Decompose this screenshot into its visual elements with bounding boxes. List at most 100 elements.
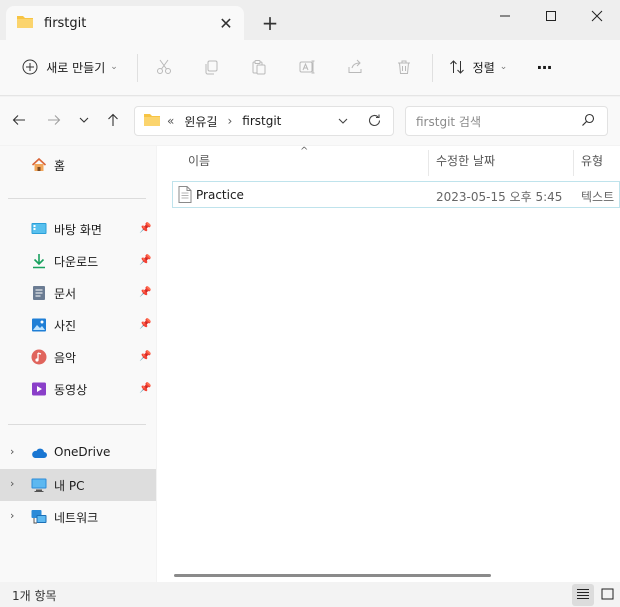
table-row[interactable]: Practice 2023-05-15 오후 5:45 텍스트 xyxy=(172,181,620,208)
details-view-button[interactable] xyxy=(572,584,594,606)
minimize-button[interactable] xyxy=(482,0,528,32)
refresh-icon[interactable] xyxy=(367,113,382,131)
sidebar-item-label: 동영상 xyxy=(54,383,88,397)
breadcrumb-item[interactable]: 윈유길 xyxy=(184,113,217,130)
chevron-down-icon: ⌄ xyxy=(499,62,508,72)
arrow-up-icon xyxy=(106,113,120,130)
sort-button[interactable]: 정렬 ⌄ xyxy=(443,52,513,82)
forward-button[interactable] xyxy=(40,107,68,135)
chevron-down-icon: ⌄ xyxy=(110,62,118,72)
file-type: 텍스트 xyxy=(581,190,615,204)
pin-icon: 📌 xyxy=(139,319,152,330)
more-options-button[interactable]: ··· xyxy=(528,52,560,82)
download-icon xyxy=(31,253,47,269)
maximize-button[interactable] xyxy=(528,0,574,32)
sidebar-item-label: 다운로드 xyxy=(54,255,99,269)
breadcrumb-item[interactable]: firstgit xyxy=(242,114,281,128)
column-header-type[interactable]: 유형 xyxy=(581,152,603,169)
sort-label: 정렬 xyxy=(472,60,495,75)
computer-icon xyxy=(31,477,47,493)
file-name: Practice xyxy=(196,188,244,202)
back-button[interactable] xyxy=(5,107,33,135)
horizontal-scrollbar[interactable] xyxy=(174,574,491,577)
tiles-view-button[interactable] xyxy=(596,584,618,606)
home-icon xyxy=(31,157,47,173)
sidebar-item-label: 문서 xyxy=(54,287,77,301)
sidebar-item-pictures[interactable]: 사진 📌 xyxy=(0,309,156,341)
sidebar-item-label: 바탕 화면 xyxy=(54,223,102,237)
document-icon xyxy=(31,285,47,301)
search-box[interactable]: firstgit 검색 xyxy=(405,106,608,136)
sort-ascending-icon: ^ xyxy=(300,146,309,157)
plus-circle-icon xyxy=(22,59,38,75)
file-modified: 2023-05-15 오후 5:45 xyxy=(436,190,563,204)
tab-close-button[interactable]: ✕ xyxy=(212,14,240,33)
chevron-down-icon[interactable] xyxy=(337,115,349,130)
chevron-right-icon[interactable]: › xyxy=(10,509,14,522)
sidebar-item-videos[interactable]: 동영상 📌 xyxy=(0,373,156,405)
command-bar: 새로 만들기 ⌄ 정렬 ⌄ ··· xyxy=(0,40,620,96)
desktop-icon xyxy=(31,221,47,237)
sidebar-item-home[interactable]: 홈 xyxy=(0,149,156,181)
tab-firstgit[interactable]: firstgit ✕ xyxy=(6,6,244,40)
sidebar-item-onedrive[interactable]: › OneDrive xyxy=(0,437,156,469)
sidebar-item-desktop[interactable]: 바탕 화면 📌 xyxy=(0,213,156,245)
new-button[interactable]: 새로 만들기 ⌄ xyxy=(14,52,126,82)
sort-icon xyxy=(449,59,465,75)
list-view-icon xyxy=(576,588,590,603)
sidebar-item-label: 홈 xyxy=(54,159,66,173)
sidebar-item-this-pc[interactable]: › 내 PC xyxy=(0,469,156,501)
delete-button[interactable] xyxy=(390,52,418,82)
column-header-modified[interactable]: 수정한 날짜 xyxy=(436,152,495,169)
breadcrumb-overflow[interactable]: « xyxy=(167,114,174,128)
address-bar[interactable]: « 윈유길 › firstgit xyxy=(134,106,394,136)
chevron-right-icon[interactable]: › xyxy=(10,445,14,458)
sidebar-item-downloads[interactable]: 다운로드 📌 xyxy=(0,245,156,277)
search-icon xyxy=(581,113,595,130)
search-input[interactable]: firstgit 검색 xyxy=(416,113,581,130)
new-button-label: 새로 만들기 xyxy=(46,60,106,75)
sidebar-item-music[interactable]: 음악 📌 xyxy=(0,341,156,373)
music-icon xyxy=(31,349,47,365)
pin-icon: 📌 xyxy=(139,383,152,394)
trash-icon xyxy=(396,59,412,75)
folder-icon xyxy=(16,14,34,32)
folder-icon xyxy=(143,112,161,130)
close-window-button[interactable] xyxy=(574,0,620,32)
tab-title: firstgit xyxy=(44,15,87,31)
sidebar-item-network[interactable]: › 네트워크 xyxy=(0,501,156,533)
pin-icon: 📌 xyxy=(139,255,152,266)
cut-button[interactable] xyxy=(150,52,178,82)
picture-icon xyxy=(31,317,47,333)
cut-icon xyxy=(156,59,172,75)
copy-button[interactable] xyxy=(197,52,225,82)
sidebar-item-documents[interactable]: 문서 📌 xyxy=(0,277,156,309)
copy-icon xyxy=(203,59,219,75)
rename-button[interactable] xyxy=(293,52,321,82)
tile-view-icon xyxy=(601,588,614,603)
status-bar: 1개 항목 xyxy=(0,582,620,607)
pin-icon: 📌 xyxy=(139,351,152,362)
pin-icon: 📌 xyxy=(139,287,152,298)
breadcrumb-separator[interactable]: › xyxy=(227,114,232,128)
paste-button[interactable] xyxy=(245,52,273,82)
sidebar-item-label: 네트워크 xyxy=(54,511,99,525)
column-header-name[interactable]: 이름 xyxy=(188,152,210,169)
rename-icon xyxy=(299,59,315,75)
sidebar-item-label: 사진 xyxy=(54,319,77,333)
navigation-pane: 홈 바탕 화면 📌 다운로드 📌 문서 📌 사진 📌 음악 📌 동영상 📌 › … xyxy=(0,146,156,582)
chevron-right-icon[interactable]: › xyxy=(10,477,14,490)
cloud-icon xyxy=(31,445,47,461)
share-button[interactable] xyxy=(341,52,369,82)
new-tab-button[interactable]: + xyxy=(256,10,284,38)
sidebar-item-label: 내 PC xyxy=(54,479,85,493)
pin-icon: 📌 xyxy=(139,223,152,234)
sidebar-item-label: 음악 xyxy=(54,351,77,365)
share-icon xyxy=(347,59,363,75)
network-icon xyxy=(31,509,47,525)
recent-locations-button[interactable] xyxy=(70,107,98,135)
paste-icon xyxy=(251,59,267,75)
up-button[interactable] xyxy=(99,107,127,135)
address-row: « 윈유길 › firstgit firstgit 검색 xyxy=(0,97,620,145)
file-list xyxy=(157,146,620,582)
